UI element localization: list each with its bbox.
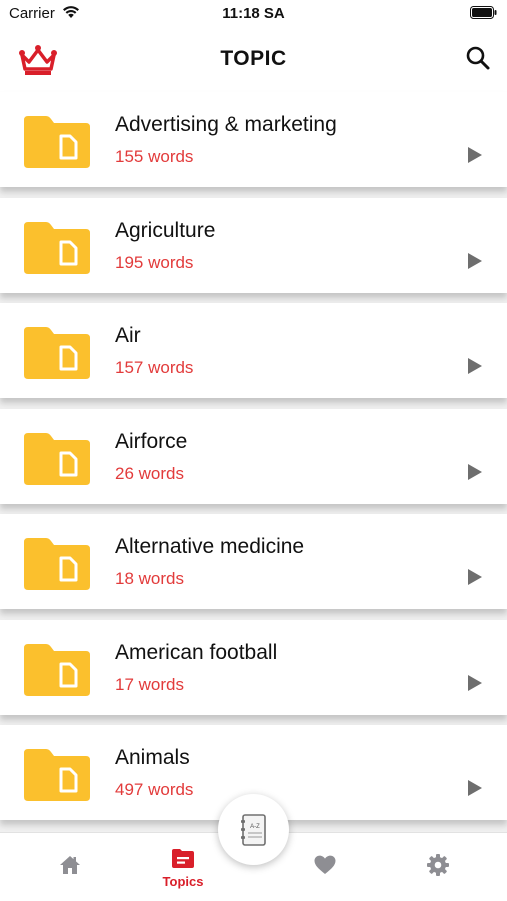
topic-row[interactable]: American football 17 words (0, 619, 507, 715)
heart-icon (314, 855, 336, 874)
topic-name: Agriculture (115, 218, 216, 242)
tab-settings[interactable] (383, 833, 493, 901)
word-count: 18 words (115, 569, 184, 588)
topic-row[interactable]: Air 157 words (0, 303, 507, 398)
play-icon[interactable] (467, 463, 483, 481)
status-time: 11:18 SA (222, 5, 285, 22)
gear-icon (427, 854, 449, 876)
play-icon[interactable] (467, 357, 483, 375)
topic-name: Advertising & marketing (115, 113, 337, 136)
word-count: 26 words (115, 463, 184, 483)
word-count: 155 words (115, 147, 194, 166)
topic-name: Airforce (115, 429, 188, 453)
folder-icon (24, 749, 90, 801)
folder-icon (24, 643, 90, 696)
play-icon[interactable] (467, 674, 483, 692)
nav-bar: TOPIC (0, 28, 507, 92)
folder-icon (24, 221, 90, 274)
play-icon[interactable] (467, 146, 483, 164)
word-count: 497 words (115, 780, 194, 799)
tab-favorites[interactable] (270, 833, 380, 901)
tab-home[interactable] (15, 833, 125, 901)
page-title: TOPIC (220, 47, 287, 70)
topic-name: American football (115, 640, 278, 664)
folder-icon (24, 432, 90, 485)
home-icon (60, 856, 80, 874)
tab-topics-label: Topics (162, 874, 204, 889)
word-count: 17 words (115, 674, 184, 694)
dictionary-button[interactable]: A-Z (218, 794, 289, 865)
battery-icon (470, 6, 497, 19)
play-icon[interactable] (467, 568, 483, 586)
status-bar: Carrier 11:18 SA (0, 0, 507, 28)
folder-icon (24, 327, 90, 379)
word-count: 195 words (115, 252, 194, 272)
topic-row[interactable]: Airforce 26 words (0, 408, 507, 504)
svg-text:A-Z: A-Z (250, 824, 260, 830)
topic-name: Alternative medicine (115, 535, 305, 558)
topic-row[interactable]: Alternative medicine 18 words (0, 514, 507, 609)
play-icon[interactable] (467, 779, 483, 797)
folder-icon (24, 116, 90, 168)
topic-name: Air (115, 324, 141, 347)
topic-row[interactable]: Agriculture 195 words (0, 197, 507, 293)
topic-name: Animals (115, 746, 190, 769)
topics-icon (172, 849, 194, 868)
topic-list: Advertising & marketing 155 words Agricu… (0, 92, 507, 831)
folder-icon (24, 538, 90, 590)
word-count: 157 words (115, 358, 194, 377)
play-icon[interactable] (467, 252, 483, 270)
search-icon[interactable] (465, 45, 491, 71)
dictionary-icon: A-Z (241, 814, 266, 846)
topic-row[interactable]: Advertising & marketing 155 words (0, 92, 507, 187)
